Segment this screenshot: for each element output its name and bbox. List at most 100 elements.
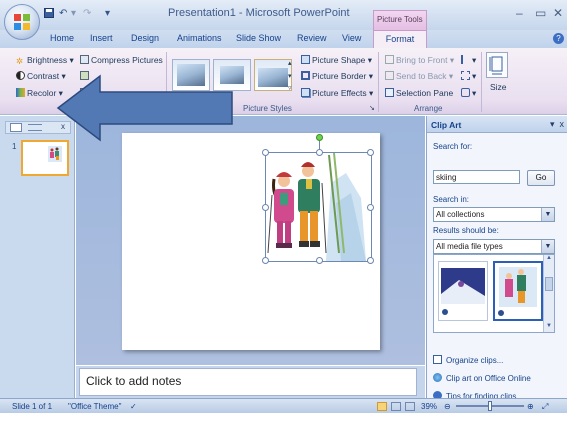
theme-name: "Office Theme": [68, 402, 122, 411]
border-icon: [301, 71, 310, 80]
results-list: ▲ ▼: [433, 254, 555, 333]
maximize-button[interactable]: ▭: [535, 6, 546, 20]
brightness-button[interactable]: ✲ Brightness ▾: [16, 55, 74, 66]
notes-placeholder: Click to add notes: [86, 374, 182, 388]
picture-style-3[interactable]: [254, 59, 292, 91]
rotate-button[interactable]: ▾: [461, 88, 476, 99]
minimize-button[interactable]: –: [516, 6, 523, 20]
size-button[interactable]: [486, 52, 508, 78]
zoom-level[interactable]: 39%: [421, 402, 437, 411]
scroll-up-icon[interactable]: ▲: [546, 255, 552, 261]
close-clip-art-icon[interactable]: x: [560, 119, 565, 129]
go-button[interactable]: Go: [527, 170, 555, 186]
clip-art-body: Search for: Go Search in: All collection…: [427, 133, 567, 401]
styles-more[interactable]: ▿: [288, 84, 292, 92]
group-icon: [461, 71, 470, 80]
brightness-label: Brightness: [27, 55, 68, 65]
group-button[interactable]: ▾: [461, 71, 476, 82]
undo-icon[interactable]: ↶: [59, 8, 67, 19]
rotation-handle[interactable]: [316, 134, 323, 141]
tab-animations[interactable]: Animations: [177, 33, 222, 43]
picture-styles-group-label: Picture Styles: [243, 104, 292, 113]
picture-shape-button[interactable]: Picture Shape ▾: [301, 55, 372, 66]
media-type-select[interactable]: All media file types ▼: [433, 239, 555, 254]
selection-pane-icon: [385, 88, 394, 97]
rotate-icon: [461, 88, 470, 97]
tab-insert[interactable]: Insert: [90, 33, 113, 43]
picture-tools-label: Picture Tools: [377, 15, 423, 24]
slide-sorter-icon[interactable]: [391, 402, 401, 411]
result-thumb-snow[interactable]: [438, 261, 488, 321]
clip-art-online-link[interactable]: Clip art on Office Online: [433, 373, 531, 383]
selection-pane-button[interactable]: Selection Pane: [385, 88, 453, 98]
size-icon: [489, 56, 503, 75]
compress-pictures-button[interactable]: Compress Pictures: [80, 55, 163, 65]
picture-effects-label: Picture Effects: [312, 88, 367, 98]
picture-shape-label: Picture Shape: [312, 55, 366, 65]
align-button[interactable]: ▾: [461, 55, 476, 66]
contrast-icon: [16, 71, 25, 80]
zoom-slider-thumb[interactable]: [488, 401, 492, 411]
search-in-select[interactable]: All collections ▼: [433, 207, 555, 222]
status-bar: Slide 1 of 1 "Office Theme" ✓ 39% ⊖ ⊕ ⤢: [0, 398, 567, 413]
notes-pane: Click to add notes: [76, 366, 425, 398]
bring-to-front-button[interactable]: Bring to Front ▾: [385, 55, 454, 66]
redo-icon[interactable]: ↷: [83, 8, 91, 19]
pane-options-icon[interactable]: ▾: [550, 119, 555, 129]
tab-home[interactable]: Home: [50, 33, 74, 43]
bottom-margin: [0, 413, 567, 421]
undo-dropdown-icon[interactable]: ▾: [71, 8, 76, 19]
styles-scroll-down[interactable]: ▾: [288, 72, 292, 80]
office-button[interactable]: [4, 4, 40, 40]
zoom-out-icon[interactable]: ⊖: [444, 402, 451, 411]
tab-design[interactable]: Design: [131, 33, 159, 43]
outline-tab-icon[interactable]: [28, 124, 42, 131]
tab-slide-show[interactable]: Slide Show: [236, 33, 281, 43]
recolor-label: Recolor: [27, 88, 57, 98]
zoom-in-icon[interactable]: ⊕: [527, 402, 534, 411]
organize-clips-link[interactable]: Organize clips...: [433, 355, 503, 365]
scroll-thumb[interactable]: [545, 277, 553, 291]
skiers-thumbnail-icon: [498, 267, 537, 316]
notes-input[interactable]: Click to add notes: [79, 368, 417, 396]
bring-to-front-icon: [385, 55, 394, 64]
send-to-back-icon: [385, 71, 394, 80]
search-input[interactable]: [433, 170, 520, 184]
align-icon: [461, 55, 470, 64]
slide-thumbnail[interactable]: [21, 140, 69, 176]
slide-show-icon[interactable]: [405, 402, 415, 411]
results-scrollbar[interactable]: ▲ ▼: [543, 255, 554, 332]
clip-art-online-label: Clip art on Office Online: [446, 374, 531, 383]
slides-tab-icon[interactable]: [10, 123, 22, 132]
slide-canvas[interactable]: [122, 133, 380, 350]
chevron-down-icon[interactable]: ▼: [541, 240, 554, 253]
send-to-back-label: Send to Back: [396, 71, 447, 81]
save-icon[interactable]: [44, 8, 54, 21]
globe-icon: [433, 373, 442, 382]
skiers-clipart-icon: [267, 153, 366, 261]
slide-count: Slide 1 of 1: [12, 402, 53, 411]
styles-scroll-up[interactable]: ▴: [288, 59, 292, 67]
selected-clipart-picture[interactable]: [262, 134, 374, 264]
spelling-check-icon[interactable]: ✓: [130, 402, 137, 411]
tab-view[interactable]: View: [342, 33, 361, 43]
help-icon[interactable]: ?: [553, 33, 564, 44]
picture-effects-button[interactable]: Picture Effects ▾: [301, 88, 373, 99]
normal-view-icon[interactable]: [377, 402, 387, 411]
tab-review[interactable]: Review: [297, 33, 327, 43]
picture-border-button[interactable]: Picture Border ▾: [301, 71, 373, 82]
fit-to-window-icon[interactable]: ⤢: [542, 402, 548, 412]
contrast-label: Contrast: [27, 71, 60, 81]
close-button[interactable]: ✕: [553, 6, 563, 20]
slide-number: 1: [12, 142, 17, 151]
office-logo-icon: [14, 14, 30, 30]
scroll-down-icon[interactable]: ▼: [546, 323, 552, 329]
chevron-down-icon[interactable]: ▼: [541, 208, 554, 221]
customize-qat-icon[interactable]: ▾: [105, 8, 110, 19]
search-for-label: Search for:: [433, 142, 473, 151]
clip-art-controls: ▾ x: [550, 119, 564, 130]
send-to-back-button[interactable]: Send to Back ▾: [385, 71, 453, 82]
result-thumb-skiers[interactable]: [493, 261, 543, 321]
tab-format[interactable]: Format: [373, 30, 427, 48]
picture-styles-launcher-icon[interactable]: ↘: [369, 104, 375, 112]
